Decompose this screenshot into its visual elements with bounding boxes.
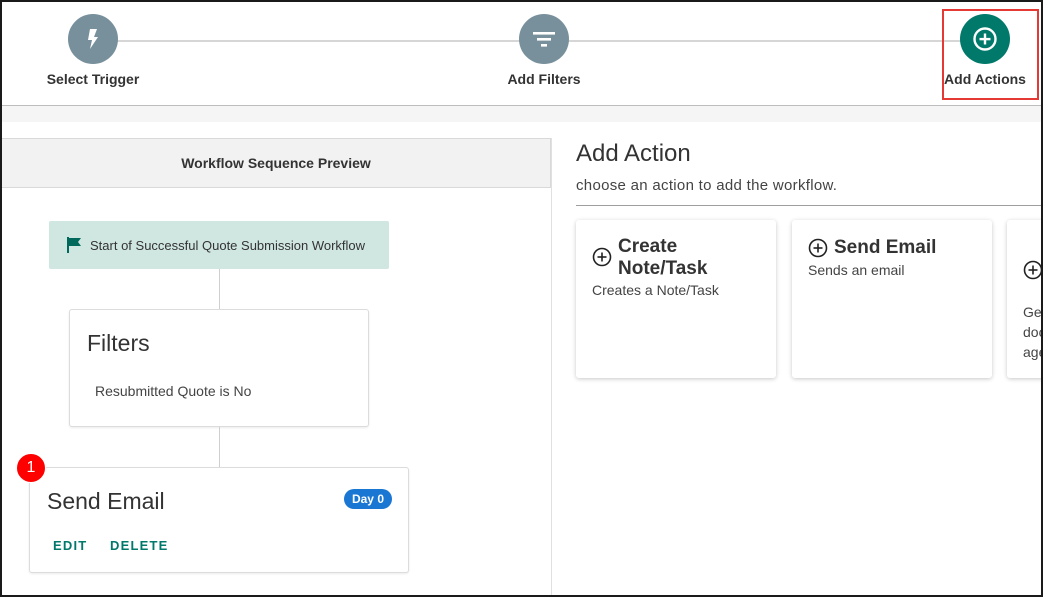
add-action-panel: Add Action choose an action to add the w… — [576, 138, 1042, 595]
workflow-start-node: Start of Successful Quote Submission Wor… — [49, 221, 389, 269]
action-name: Create Note/Task — [618, 236, 708, 279]
action-description: Creates a Note/Task — [592, 282, 719, 298]
step-number-badge: 1 — [16, 453, 46, 483]
add-circle-icon — [808, 238, 828, 258]
add-circle-icon — [960, 14, 1010, 64]
action-card-create-note-task[interactable]: Create Note/Task Creates a Note/Task — [576, 220, 776, 378]
action-name: Send Email — [834, 237, 937, 258]
app-frame: Select Trigger Add Filters Add Actions W… — [0, 0, 1043, 597]
add-action-subtitle: choose an action to add the workflow. — [576, 177, 838, 194]
filters-title: Filters — [87, 330, 150, 356]
node-connector — [219, 269, 220, 309]
action-card-generate-document[interactable]: Ger doc age — [1007, 220, 1042, 378]
action-description-line: Ger — [1023, 304, 1042, 320]
day-badge: Day 0 — [343, 489, 392, 509]
filter-condition: Resubmitted Quote is No — [95, 383, 252, 399]
add-circle-icon — [592, 247, 612, 267]
flag-icon — [67, 237, 81, 253]
stepper-subbar — [2, 106, 1041, 122]
delete-button[interactable]: DELETE — [110, 538, 168, 553]
add-circle-icon — [1023, 260, 1041, 280]
action-description: Sends an email — [808, 262, 905, 278]
step-add-filters[interactable]: Add Filters — [474, 14, 614, 87]
node-connector — [219, 427, 220, 467]
step-label-select-trigger: Select Trigger — [46, 71, 140, 87]
action-description-line: doc — [1023, 324, 1041, 340]
workflow-preview-panel: Workflow Sequence Preview Start of Succe… — [2, 138, 552, 595]
preview-header: Workflow Sequence Preview — [2, 138, 551, 188]
lightning-icon — [68, 14, 118, 64]
divider — [576, 205, 1041, 206]
workflow-start-label: Start of Successful Quote Submission Wor… — [90, 237, 366, 253]
filters-card: Filters Resubmitted Quote is No — [69, 309, 369, 427]
action-card-header: Send Email — [808, 237, 964, 259]
send-email-step-title: Send Email — [47, 488, 165, 514]
edit-button[interactable]: EDIT — [53, 538, 87, 553]
action-card-header: Create Note/Task — [592, 236, 748, 280]
step-label-add-filters: Add Filters — [507, 71, 581, 87]
send-email-step-card: Send Email Day 0 EDIT DELETE — [29, 467, 409, 573]
filter-icon — [519, 14, 569, 64]
workflow-stepper: Select Trigger Add Filters Add Actions — [2, 2, 1041, 106]
step-select-trigger[interactable]: Select Trigger — [23, 14, 163, 87]
action-card-send-email[interactable]: Send Email Sends an email — [792, 220, 992, 378]
action-description-line: age — [1023, 344, 1041, 360]
add-action-title: Add Action — [576, 140, 691, 167]
